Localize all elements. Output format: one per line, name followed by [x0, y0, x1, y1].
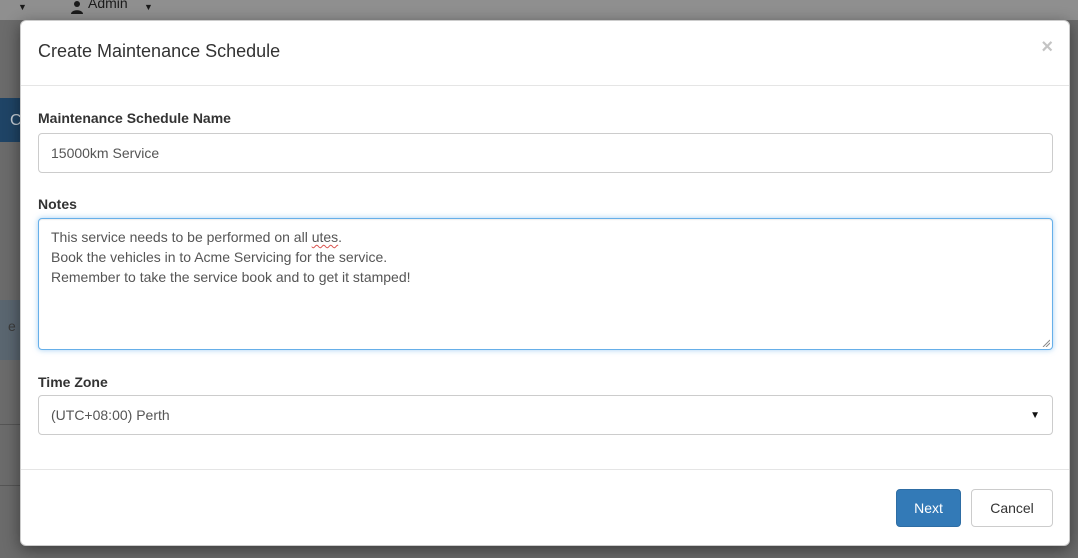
close-icon[interactable]: × — [1041, 37, 1053, 57]
background-divider — [0, 485, 22, 486]
modal-header: Create Maintenance Schedule × — [21, 21, 1069, 86]
create-maintenance-schedule-dialog: Create Maintenance Schedule × Maintenanc… — [20, 20, 1070, 546]
timezone-selected-value: (UTC+08:00) Perth — [51, 407, 170, 423]
caret-down-icon: ▼ — [1030, 409, 1040, 421]
notes-line: This service needs to be performed on al… — [51, 229, 343, 245]
background-divider — [0, 424, 22, 425]
user-icon — [71, 1, 83, 14]
background-topbar — [0, 0, 1078, 20]
modal-footer: Next Cancel — [21, 469, 1069, 547]
notes-line: Book the vehicles in to Acme Servicing f… — [51, 249, 388, 265]
notes-textarea[interactable]: This service needs to be performed on al… — [38, 218, 1053, 350]
resize-grip-icon[interactable] — [1042, 339, 1050, 347]
caret-down-icon: ▼ — [18, 2, 27, 12]
next-button[interactable]: Next — [896, 489, 961, 527]
caret-down-icon: ▼ — [144, 2, 153, 12]
misspelled-word: utes — [311, 229, 339, 245]
timezone-label: Time Zone — [38, 374, 108, 390]
schedule-name-input[interactable]: 15000km Service — [38, 133, 1053, 173]
modal-title: Create Maintenance Schedule — [38, 41, 281, 61]
schedule-name-label: Maintenance Schedule Name — [38, 110, 231, 126]
notes-line: Remember to take the service book and to… — [51, 269, 411, 285]
notes-label: Notes — [38, 196, 77, 212]
admin-menu-label[interactable]: Admin — [88, 0, 128, 11]
background-letter: e — [8, 318, 16, 334]
cancel-button[interactable]: Cancel — [971, 489, 1053, 527]
timezone-select[interactable]: (UTC+08:00) Perth ▼ — [38, 395, 1053, 435]
schedule-name-value: 15000km Service — [51, 145, 160, 161]
